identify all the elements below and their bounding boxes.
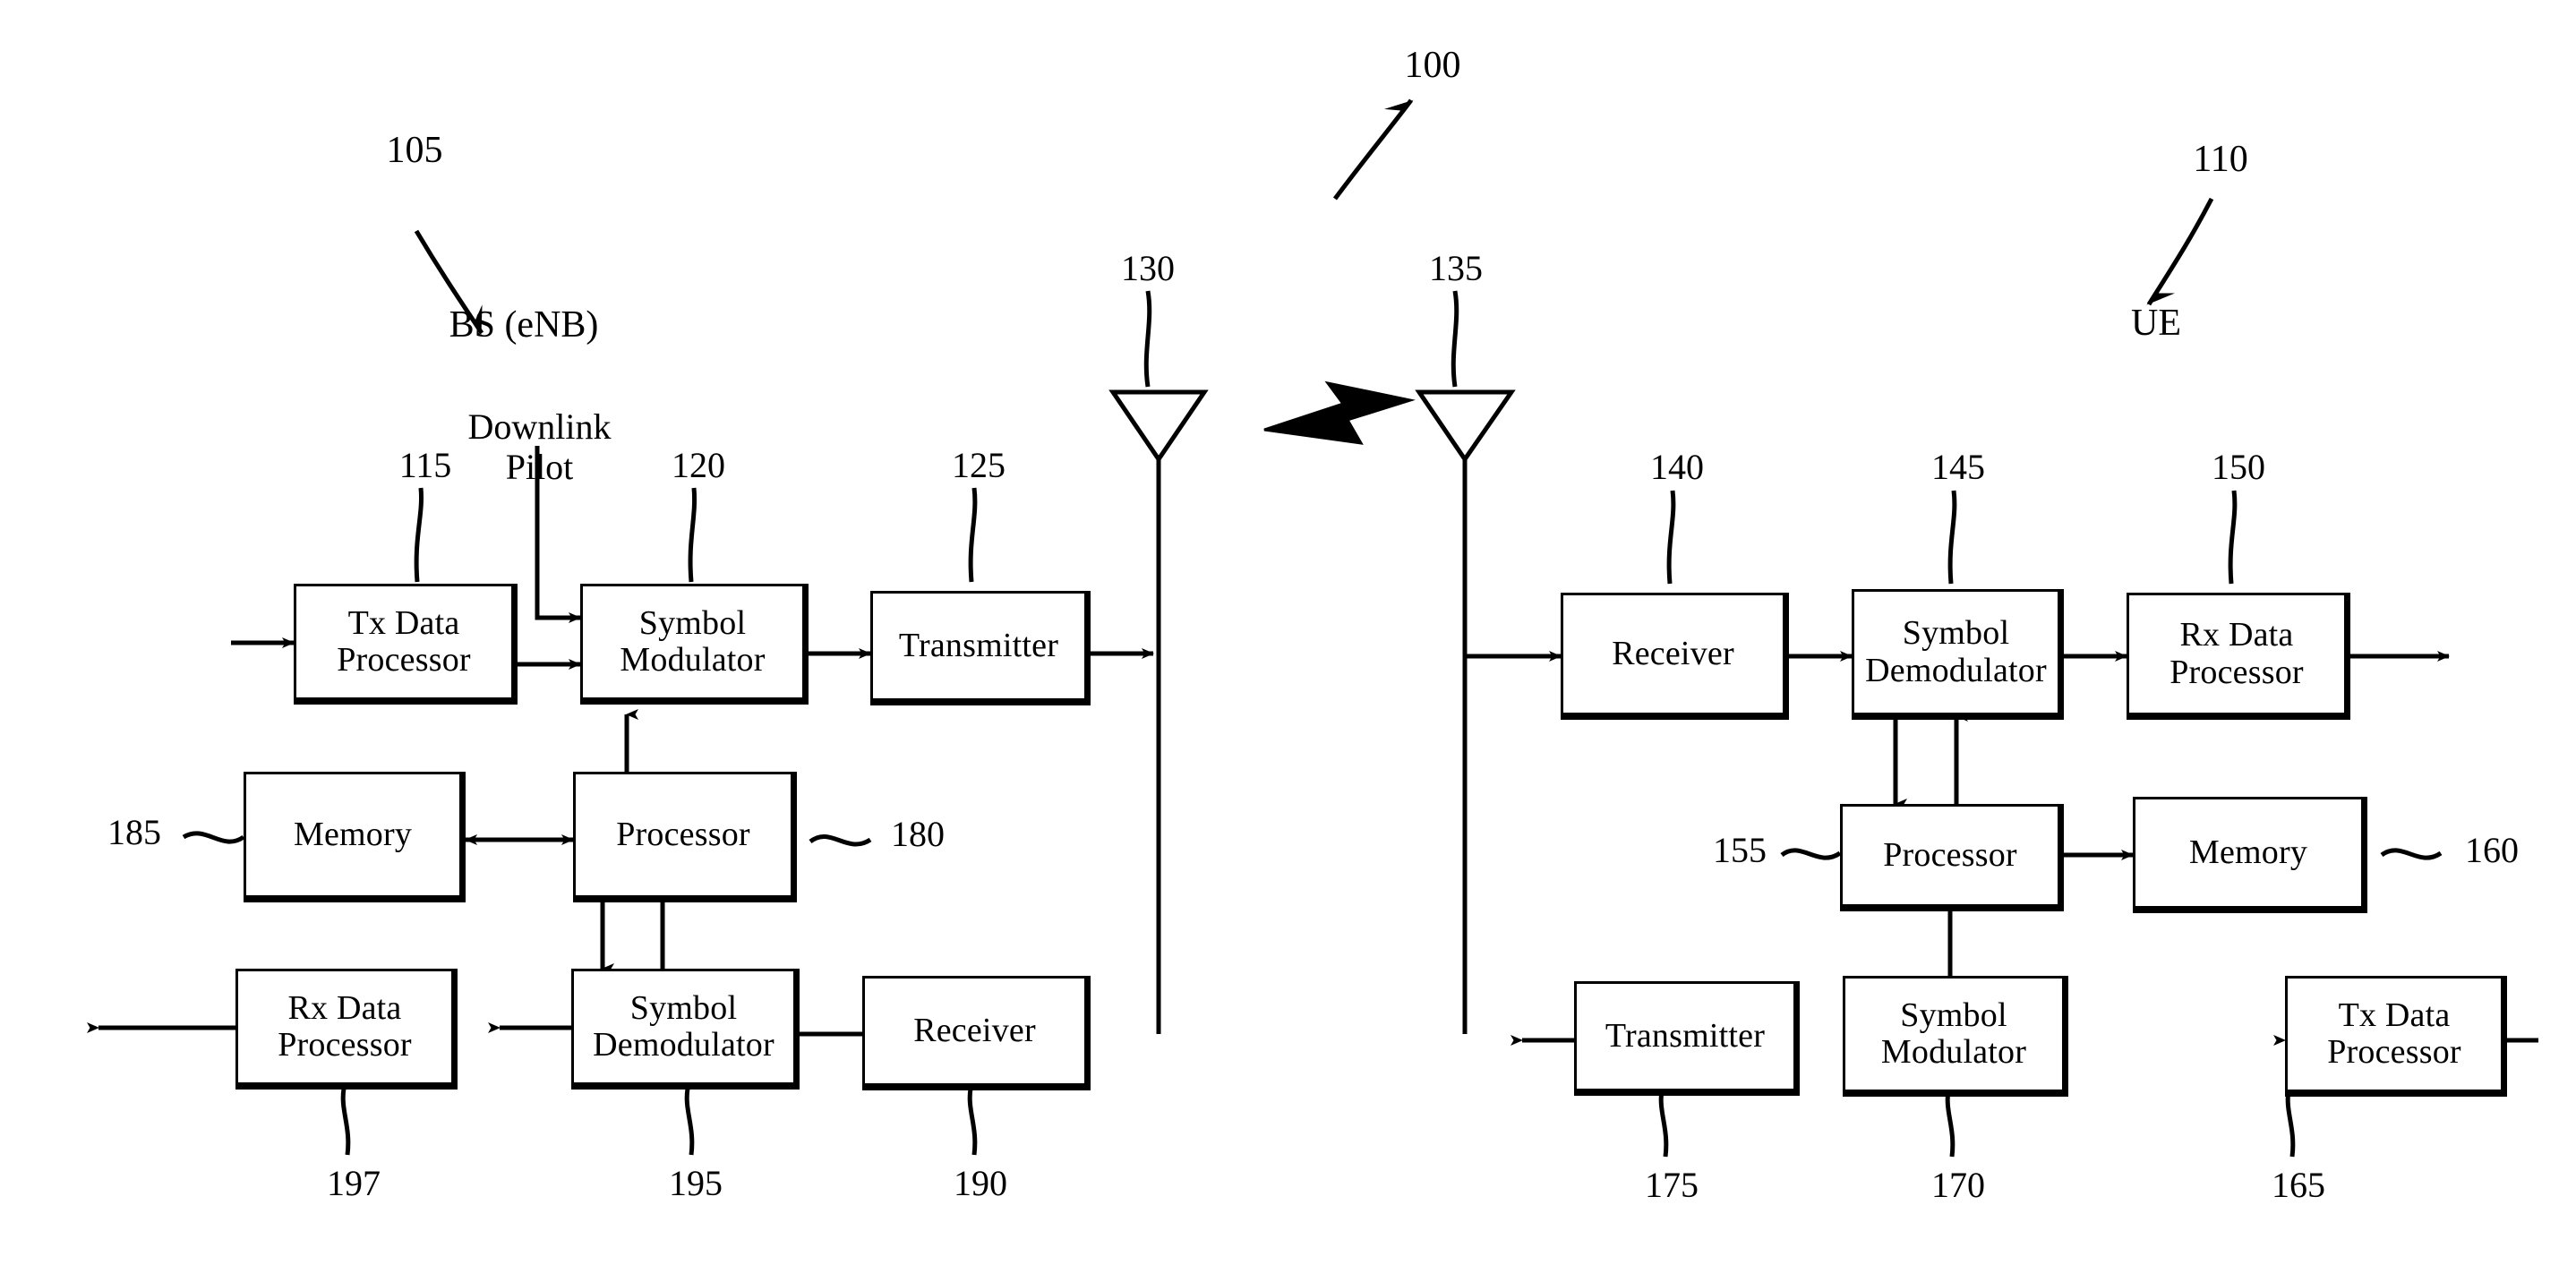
ue-symbol-modulator-block[interactable]: Symbol Modulator: [1843, 976, 2068, 1097]
rf-link-lightning-icon: [1263, 380, 1416, 445]
leader-125: [968, 487, 978, 583]
ref-100: 100: [1404, 45, 1461, 86]
bs-memory-label: Memory: [293, 815, 413, 853]
bs-tx-data-processor-label: Tx Data Processor: [337, 603, 471, 679]
ref-185: 185: [107, 812, 161, 852]
leader-135: [1451, 290, 1459, 388]
ref-160: 160: [2465, 830, 2519, 870]
ue-tx-data-processor-label: Tx Data Processor: [2327, 996, 2461, 1071]
leader-120: [688, 487, 697, 583]
leader-115: [414, 487, 424, 583]
leader-110: [2146, 197, 2214, 306]
leader-130: [1143, 290, 1152, 388]
ref-125: 125: [952, 445, 1006, 485]
ue-symbol-modulator-label: Symbol Modulator: [1880, 996, 2027, 1071]
bs-symbol-modulator-block[interactable]: Symbol Modulator: [580, 584, 809, 705]
leader-175: [1658, 1090, 1669, 1158]
bs-symbol-demodulator-label: Symbol Demodulator: [593, 988, 775, 1064]
ref-110: 110: [2193, 139, 2248, 180]
ref-190: 190: [954, 1163, 1007, 1203]
ref-150: 150: [2212, 447, 2265, 487]
ue-memory-block[interactable]: Memory: [2133, 797, 2367, 913]
ref-105: 105: [386, 130, 443, 171]
ue-rx-data-processor-block[interactable]: Rx Data Processor: [2127, 593, 2350, 720]
bs-antenna-triangle: [1108, 389, 1209, 464]
bs-rx-data-processor-block[interactable]: Rx Data Processor: [235, 969, 458, 1090]
ref-180: 180: [891, 814, 945, 854]
ue-antenna-triangle: [1415, 389, 1516, 464]
ue-memory-label: Memory: [2188, 833, 2308, 871]
leader-140: [1666, 490, 1676, 585]
ue-processor-block[interactable]: Processor: [1840, 804, 2064, 911]
ue-receiver-label: Receiver: [1612, 634, 1734, 672]
ue-title: UE: [2131, 303, 2181, 344]
bs-tx-data-processor-block[interactable]: Tx Data Processor: [294, 584, 518, 705]
leader-155: [1780, 848, 1842, 860]
ue-symbol-demodulator-label: Symbol Demodulator: [1865, 614, 2047, 689]
leader-100: [1332, 98, 1414, 201]
ref-135: 135: [1429, 248, 1483, 288]
ref-175: 175: [1645, 1165, 1699, 1205]
ref-165: 165: [2272, 1165, 2325, 1205]
leader-185: [182, 831, 245, 844]
ref-145: 145: [1931, 447, 1985, 487]
ue-tx-data-processor-block[interactable]: Tx Data Processor: [2285, 976, 2507, 1097]
patent-figure: 105 BS (eNB) 100 110 UE Downlink Pilot T…: [0, 0, 2576, 1282]
bs-rx-data-processor-label: Rx Data Processor: [278, 988, 412, 1064]
ref-197: 197: [327, 1163, 381, 1203]
ue-processor-label: Processor: [1883, 835, 2017, 874]
bs-receiver-label: Receiver: [913, 1011, 1036, 1049]
ref-120: 120: [672, 445, 725, 485]
leader-160: [2380, 848, 2443, 860]
ref-170: 170: [1931, 1165, 1985, 1205]
leader-165: [2285, 1090, 2296, 1158]
leader-190: [967, 1088, 978, 1156]
bs-memory-block[interactable]: Memory: [244, 772, 466, 902]
ref-195: 195: [669, 1163, 723, 1203]
ue-receiver-block[interactable]: Receiver: [1561, 593, 1789, 720]
bs-transmitter-label: Transmitter: [898, 626, 1059, 664]
leader-170: [1945, 1090, 1956, 1158]
leader-150: [2228, 490, 2238, 585]
leader-145: [1947, 490, 1957, 585]
ue-transmitter-label: Transmitter: [1605, 1016, 1766, 1055]
bs-title: BS (eNB): [449, 304, 599, 346]
leader-195: [684, 1088, 695, 1156]
ref-140: 140: [1650, 447, 1704, 487]
ref-115: 115: [398, 445, 452, 485]
bs-receiver-block[interactable]: Receiver: [862, 976, 1091, 1090]
bs-symbol-modulator-label: Symbol Modulator: [620, 603, 766, 679]
ref-130: 130: [1121, 248, 1175, 288]
bs-processor-label: Processor: [616, 815, 750, 853]
bs-transmitter-block[interactable]: Transmitter: [870, 591, 1091, 705]
ue-symbol-demodulator-block[interactable]: Symbol Demodulator: [1852, 589, 2064, 720]
ue-transmitter-block[interactable]: Transmitter: [1574, 981, 1800, 1096]
ue-rx-data-processor-label: Rx Data Processor: [2169, 616, 2304, 691]
leader-180: [809, 834, 872, 847]
leader-197: [340, 1088, 351, 1156]
bs-symbol-demodulator-block[interactable]: Symbol Demodulator: [571, 969, 800, 1090]
bs-processor-block[interactable]: Processor: [573, 772, 797, 902]
ref-155: 155: [1713, 830, 1767, 870]
